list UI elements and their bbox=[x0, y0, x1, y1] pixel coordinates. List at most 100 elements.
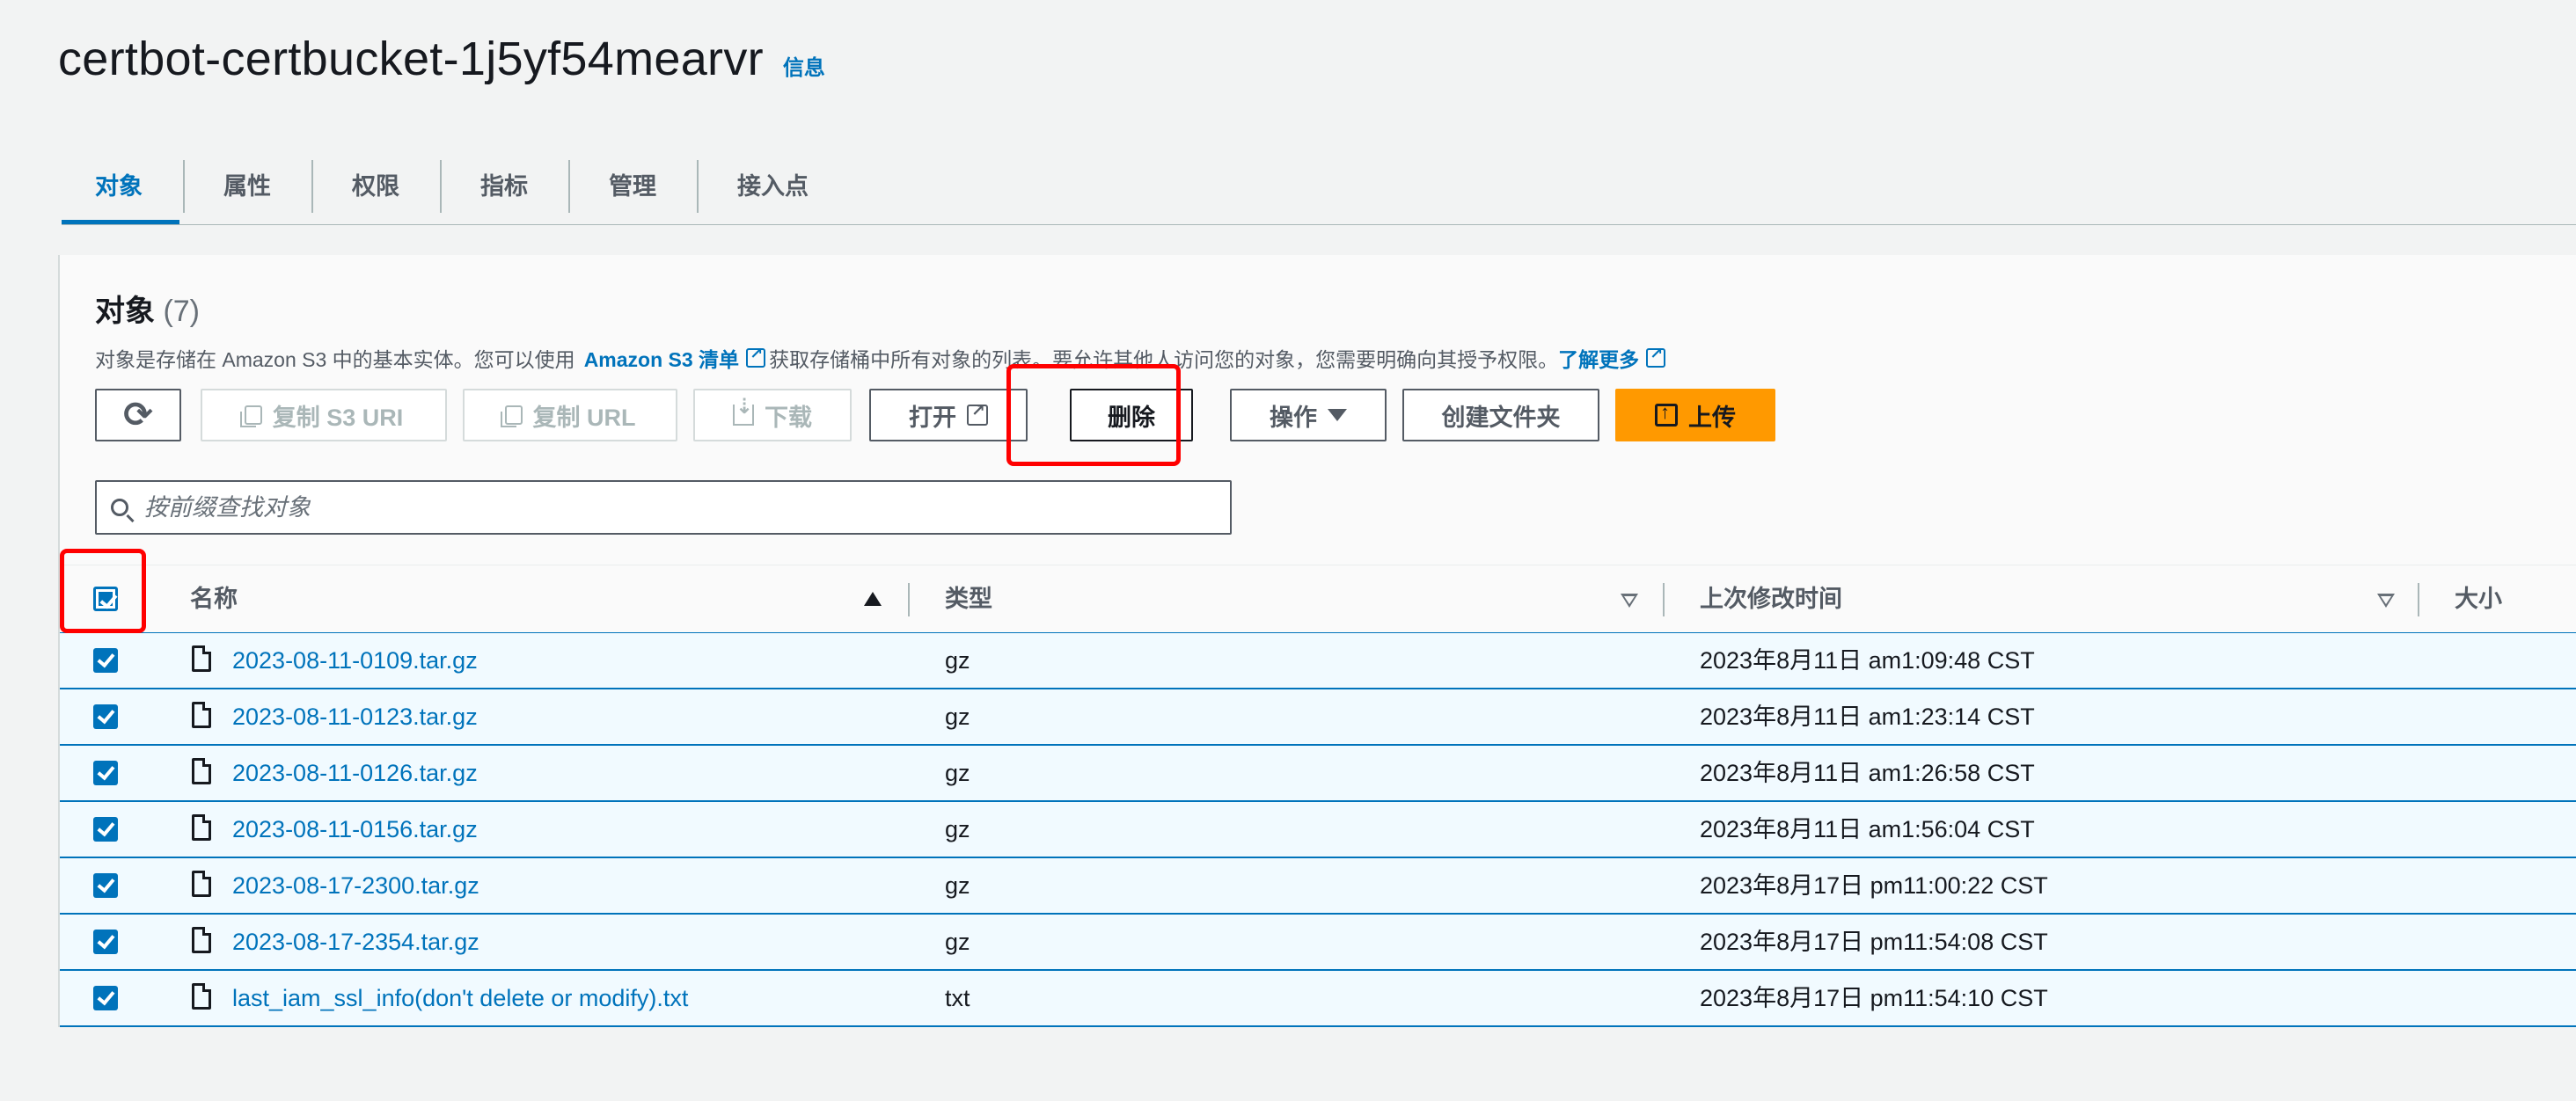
copy-s3-uri-label: 复制 S3 URI bbox=[272, 404, 404, 431]
objects-panel: 对象 (7) 对象是存储在 Amazon S3 中的基本实体。您可以使用 Ama… bbox=[58, 255, 2576, 1027]
tab-divider bbox=[62, 224, 2576, 225]
file-icon bbox=[192, 983, 211, 1010]
tab-metrics[interactable]: 指标 bbox=[440, 160, 568, 213]
row-checkbox[interactable] bbox=[93, 648, 118, 673]
create-folder-button[interactable]: 创建文件夹 bbox=[1402, 389, 1599, 441]
object-type: txt bbox=[945, 985, 970, 1011]
row-checkbox[interactable] bbox=[93, 930, 118, 954]
learn-more-link[interactable]: 了解更多 bbox=[1558, 343, 1639, 373]
create-folder-label: 创建文件夹 bbox=[1441, 404, 1561, 431]
bucket-title: certbot-certbucket-1j5yf54mearvr bbox=[58, 33, 764, 85]
file-icon bbox=[192, 814, 211, 841]
tab-bar: 对象 属性 权限 指标 管理 接入点 bbox=[62, 148, 849, 225]
object-modified: 2023年8月11日 am1:23:14 CST bbox=[1700, 704, 2035, 730]
external-link-icon bbox=[746, 345, 766, 368]
file-icon bbox=[192, 702, 211, 728]
row-checkbox[interactable] bbox=[93, 873, 118, 898]
column-resizer[interactable] bbox=[1663, 583, 1665, 616]
panel-description: 对象是存储在 Amazon S3 中的基本实体。您可以使用 Amazon S3 … bbox=[95, 343, 1669, 373]
actions-dropdown[interactable]: 操作 bbox=[1230, 389, 1387, 441]
download-icon bbox=[733, 394, 754, 426]
search-icon bbox=[111, 499, 128, 516]
file-icon bbox=[192, 758, 211, 784]
upload-button[interactable]: 上传 bbox=[1615, 389, 1775, 441]
table-row[interactable]: 2023-08-11-0156.tar.gz gz 2023年8月11日 am1… bbox=[60, 802, 2576, 858]
row-checkbox[interactable] bbox=[93, 817, 118, 842]
caret-down-icon bbox=[1328, 409, 1347, 421]
info-link[interactable]: 信息 bbox=[783, 50, 825, 81]
download-button[interactable]: 下载 bbox=[693, 389, 852, 441]
row-checkbox[interactable] bbox=[93, 761, 118, 785]
object-name-link[interactable]: last_iam_ssl_info(don't delete or modify… bbox=[232, 971, 688, 1025]
panel-title-text: 对象 bbox=[95, 295, 155, 328]
table-row[interactable]: 2023-08-11-0126.tar.gz gz 2023年8月11日 am1… bbox=[60, 746, 2576, 802]
sort-desc-icon[interactable] bbox=[1621, 594, 1638, 608]
object-type: gz bbox=[945, 929, 970, 955]
desc-text-1: 对象是存储在 Amazon S3 中的基本实体。您可以使用 bbox=[95, 348, 575, 371]
refresh-icon: ⟳ bbox=[123, 396, 153, 434]
sort-asc-icon[interactable] bbox=[864, 592, 882, 606]
object-modified: 2023年8月17日 pm11:54:10 CST bbox=[1700, 985, 2048, 1011]
object-type: gz bbox=[945, 647, 970, 674]
object-name-link[interactable]: 2023-08-17-2354.tar.gz bbox=[232, 915, 479, 969]
tab-permissions[interactable]: 权限 bbox=[311, 160, 440, 213]
object-modified: 2023年8月11日 am1:26:58 CST bbox=[1700, 760, 2035, 786]
object-name-link[interactable]: 2023-08-11-0109.tar.gz bbox=[232, 633, 478, 688]
object-modified: 2023年8月17日 pm11:00:22 CST bbox=[1700, 872, 2048, 899]
search-box bbox=[95, 480, 1232, 535]
copy-s3-uri-button[interactable]: 复制 S3 URI bbox=[201, 389, 447, 441]
external-link-icon bbox=[1646, 345, 1666, 368]
tab-access-points[interactable]: 接入点 bbox=[697, 160, 849, 213]
page-header: certbot-certbucket-1j5yf54mearvr 信息 bbox=[58, 32, 825, 86]
tab-properties[interactable]: 属性 bbox=[183, 160, 311, 213]
table-row[interactable]: 2023-08-11-0123.tar.gz gz 2023年8月11日 am1… bbox=[60, 689, 2576, 746]
row-checkbox[interactable] bbox=[93, 986, 118, 1010]
download-label: 下载 bbox=[765, 404, 812, 431]
select-all-highlight bbox=[60, 549, 146, 633]
sort-desc-icon[interactable] bbox=[2377, 594, 2395, 608]
object-type: gz bbox=[945, 872, 970, 899]
file-icon bbox=[192, 927, 211, 953]
object-modified: 2023年8月11日 am1:56:04 CST bbox=[1700, 816, 2035, 842]
object-type: gz bbox=[945, 704, 970, 730]
external-link-icon bbox=[967, 401, 988, 426]
actions-label: 操作 bbox=[1270, 404, 1317, 431]
column-resizer[interactable] bbox=[908, 583, 910, 616]
row-checkbox[interactable] bbox=[93, 704, 118, 729]
column-type[interactable]: 类型 bbox=[945, 565, 992, 632]
copy-url-button[interactable]: 复制 URL bbox=[463, 389, 677, 441]
table-row[interactable]: last_iam_ssl_info(don't delete or modify… bbox=[60, 971, 2576, 1027]
file-icon bbox=[192, 871, 211, 897]
object-type: gz bbox=[945, 816, 970, 842]
delete-button-highlight bbox=[1006, 364, 1181, 466]
table-row[interactable]: 2023-08-11-0109.tar.gz gz 2023年8月11日 am1… bbox=[60, 633, 2576, 689]
column-size[interactable]: 大小 bbox=[2455, 565, 2502, 632]
search-input[interactable] bbox=[143, 492, 1202, 522]
inventory-link[interactable]: Amazon S3 清单 bbox=[584, 343, 739, 373]
tab-management[interactable]: 管理 bbox=[568, 160, 697, 213]
open-label: 打开 bbox=[909, 404, 956, 431]
object-modified: 2023年8月17日 pm11:54:08 CST bbox=[1700, 929, 2048, 955]
copy-url-label: 复制 URL bbox=[532, 404, 636, 431]
object-modified: 2023年8月11日 am1:09:48 CST bbox=[1700, 647, 2035, 674]
file-icon bbox=[192, 645, 211, 672]
object-name-link[interactable]: 2023-08-11-0126.tar.gz bbox=[232, 746, 478, 800]
object-count: (7) bbox=[163, 295, 201, 328]
tab-objects[interactable]: 对象 bbox=[62, 160, 183, 213]
open-button[interactable]: 打开 bbox=[869, 389, 1028, 441]
upload-label: 上传 bbox=[1688, 404, 1736, 431]
table-row[interactable]: 2023-08-17-2354.tar.gz gz 2023年8月17日 pm1… bbox=[60, 915, 2576, 971]
object-name-link[interactable]: 2023-08-17-2300.tar.gz bbox=[232, 858, 479, 913]
table-header: 名称 类型 上次修改时间 大小 bbox=[60, 565, 2576, 634]
object-name-link[interactable]: 2023-08-11-0123.tar.gz bbox=[232, 689, 478, 744]
refresh-button[interactable]: ⟳ bbox=[95, 389, 181, 441]
object-name-link[interactable]: 2023-08-11-0156.tar.gz bbox=[232, 802, 478, 857]
upload-icon bbox=[1655, 401, 1678, 427]
object-type: gz bbox=[945, 760, 970, 786]
copy-icon bbox=[239, 405, 262, 427]
column-last-modified[interactable]: 上次修改时间 bbox=[1700, 565, 1842, 632]
copy-icon bbox=[500, 405, 523, 427]
table-row[interactable]: 2023-08-17-2300.tar.gz gz 2023年8月17日 pm1… bbox=[60, 858, 2576, 915]
column-name[interactable]: 名称 bbox=[190, 565, 238, 632]
column-resizer[interactable] bbox=[2418, 583, 2419, 616]
